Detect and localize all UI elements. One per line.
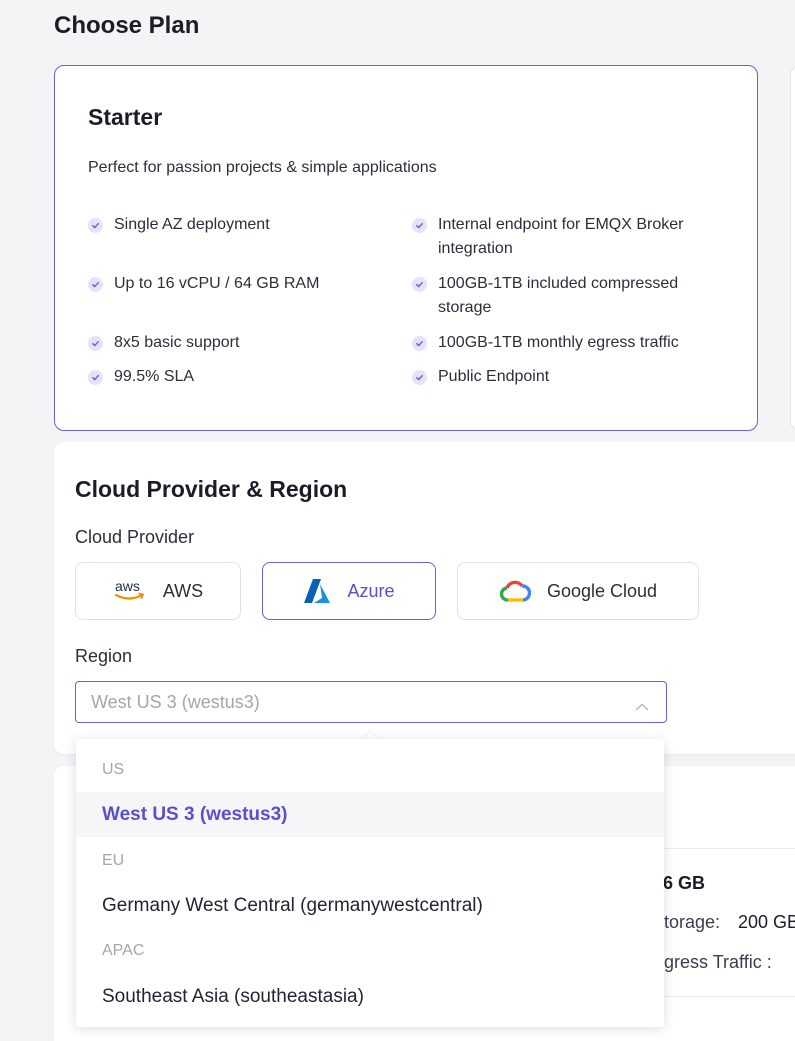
azure-logo <box>303 578 331 604</box>
provider-button-google-cloud[interactable]: Google Cloud <box>457 562 699 620</box>
svg-text:aws: aws <box>115 578 140 594</box>
feature-text: 100GB-1TB included compressed storage <box>438 275 679 316</box>
section-title: Cloud Provider & Region <box>75 476 348 502</box>
aws-logo: aws <box>113 578 147 604</box>
feature-text: 100GB-1TB monthly egress traffic <box>438 334 679 351</box>
summary-storage-value: 200 GB <box>738 912 795 932</box>
feature-item: 100GB-1TB included compressed storage <box>412 272 712 320</box>
feature-text: Single AZ deployment <box>114 216 270 233</box>
summary-storage-label: torage: <box>664 912 721 932</box>
plan-name: Starter <box>88 104 163 130</box>
chevron-up-icon <box>635 696 649 717</box>
region-select-value: West US 3 (westus3) <box>91 691 260 712</box>
provider-label: Google Cloud <box>546 580 658 601</box>
plan-card-next[interactable] <box>790 65 795 431</box>
region-option-germanywestcentral[interactable]: Germany West Central (germanywestcentral… <box>76 883 664 928</box>
provider-button-aws[interactable]: aws AWS <box>75 562 241 620</box>
dropdown-group-label: APAC <box>102 942 145 959</box>
feature-item: Up to 16 vCPU / 64 GB RAM <box>88 272 378 296</box>
feature-text: Internal endpoint for EMQX Broker integr… <box>438 216 684 257</box>
feature-item: Public Endpoint <box>412 365 712 389</box>
check-circle-icon <box>412 218 427 233</box>
feature-text: 8x5 basic support <box>114 334 240 351</box>
cloud-provider-section: Cloud Provider & Region Cloud Provider a… <box>54 442 795 754</box>
summary-memory: 6 GB <box>663 873 706 893</box>
provider-label: AWS <box>162 580 204 601</box>
region-dropdown: US West US 3 (westus3) EU Germany West C… <box>76 739 664 1027</box>
provider-button-azure[interactable]: Azure <box>262 562 436 620</box>
check-circle-icon <box>412 277 427 292</box>
feature-text: 99.5% SLA <box>114 368 195 385</box>
plan-description: Perfect for passion projects & simple ap… <box>88 159 437 176</box>
provider-label: Azure <box>347 580 395 601</box>
check-circle-icon <box>88 370 103 385</box>
region-label: Region <box>75 646 133 666</box>
dropdown-group-label: US <box>102 761 125 778</box>
feature-text: Public Endpoint <box>438 368 550 385</box>
check-circle-icon <box>88 277 103 292</box>
feature-item: Single AZ deployment <box>88 213 378 237</box>
region-option-southeastasia[interactable]: Southeast Asia (southeastasia) <box>76 974 664 1019</box>
region-select[interactable]: West US 3 (westus3) <box>75 681 667 723</box>
dropdown-group-label: EU <box>102 852 125 869</box>
feature-item: Internal endpoint for EMQX Broker integr… <box>412 213 712 261</box>
feature-text: Up to 16 vCPU / 64 GB RAM <box>114 275 320 292</box>
feature-item: 100GB-1TB monthly egress traffic <box>412 331 712 355</box>
page-title: Choose Plan <box>54 12 200 39</box>
region-option-westus3[interactable]: West US 3 (westus3) <box>76 792 664 837</box>
check-circle-icon <box>88 336 103 351</box>
feature-item: 99.5% SLA <box>88 365 378 389</box>
plan-card-starter[interactable]: Starter Perfect for passion projects & s… <box>54 65 758 431</box>
feature-item: 8x5 basic support <box>88 331 378 355</box>
check-circle-icon <box>88 218 103 233</box>
google-cloud-logo <box>499 579 531 603</box>
check-circle-icon <box>412 370 427 385</box>
cloud-provider-label: Cloud Provider <box>75 527 195 547</box>
summary-egress-label: gress Traffic : <box>664 952 772 972</box>
check-circle-icon <box>412 336 427 351</box>
